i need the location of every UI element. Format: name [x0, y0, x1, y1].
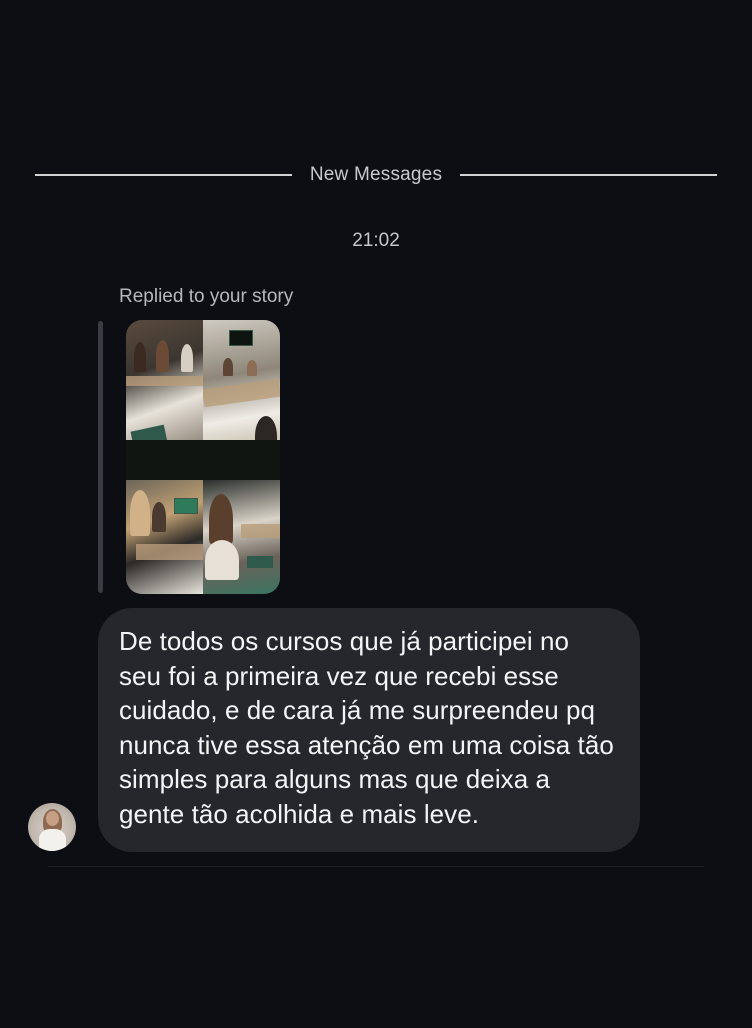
- story-photo-tile: [126, 480, 203, 594]
- chat-screen: New Messages 21:02 Replied to your story…: [0, 0, 752, 1028]
- message-timestamp: 21:02: [352, 230, 400, 251]
- story-thumbnail[interactable]: Q... ... ... ... ...... ... ... ...: [126, 320, 280, 594]
- new-messages-label: New Messages: [309, 164, 443, 185]
- story-photo-tile: [126, 320, 203, 457]
- new-messages-divider: New Messages: [35, 160, 718, 190]
- message-bubble[interactable]: De todos os cursos que já participei no …: [98, 608, 640, 852]
- reply-indicator-bar: [98, 321, 103, 593]
- story-photo-tile: [203, 480, 280, 594]
- replied-to-story-label: Replied to your story: [119, 286, 294, 307]
- divider-line-right: [460, 174, 718, 176]
- divider-line-left: [35, 174, 292, 176]
- sender-avatar[interactable]: [28, 803, 76, 851]
- story-photo-tile: [203, 320, 280, 457]
- bottom-separator: [48, 866, 704, 867]
